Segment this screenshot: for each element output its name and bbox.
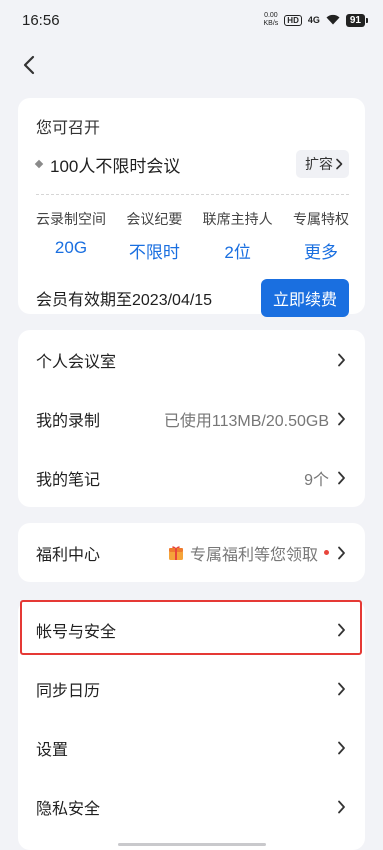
plan-name: 100人不限时会议 xyxy=(34,152,181,177)
plan-label: 您可召开 xyxy=(36,120,101,137)
more-privileges-link[interactable]: 更多 xyxy=(304,238,338,263)
net-speed-unit: KB/s xyxy=(263,20,279,27)
welfare-promo-text: 专属福利等您领取 xyxy=(189,546,318,564)
feature-co-host: 联席主持人 2位 xyxy=(203,209,273,263)
feature-label: 联席主持人 xyxy=(202,211,273,227)
wifi-icon xyxy=(326,14,340,27)
chevron-right-icon xyxy=(336,158,343,170)
chevron-right-icon xyxy=(335,800,347,814)
hd-icon: HD xyxy=(284,14,302,26)
status-icons: 0.00 KB/s HD 4G 91 xyxy=(264,12,369,28)
chevron-left-icon xyxy=(23,55,35,75)
chevron-right-icon xyxy=(335,546,347,560)
storage-usage: 已使用113MB/20.50GB xyxy=(163,412,329,430)
list-item-settings[interactable]: 设置 xyxy=(18,718,365,777)
membership-expiry: 会员有效期至2023/04/15 xyxy=(36,292,213,309)
notes-count: 9个 xyxy=(304,471,329,489)
back-button[interactable] xyxy=(18,54,40,76)
nav-bar xyxy=(0,40,383,90)
highlight-box xyxy=(20,600,362,655)
divider xyxy=(36,194,349,195)
feature-value: 不限时 xyxy=(128,243,180,262)
item-label: 设置 xyxy=(36,741,69,759)
expand-capacity-button[interactable]: 扩容 xyxy=(296,150,349,178)
item-label: 隐私安全 xyxy=(36,800,101,818)
net-speed-value: 0.00 xyxy=(264,12,278,19)
battery-icon: 91 xyxy=(345,13,369,27)
welfare-section: 福利中心 专属福利等您领取 xyxy=(18,523,365,582)
feature-label: 专属特权 xyxy=(292,211,349,227)
signal-icon: 4G xyxy=(307,15,320,25)
chevron-right-icon xyxy=(335,353,347,367)
feature-privileges[interactable]: 专属特权 更多 xyxy=(293,209,349,263)
list-item-my-notes[interactable]: 我的笔记 9个 xyxy=(18,448,365,507)
feature-meeting-minutes: 会议纪要 不限时 xyxy=(126,209,182,263)
net-speed-indicator: 0.00 KB/s xyxy=(264,12,279,28)
list-item-my-recordings[interactable]: 我的录制 已使用113MB/20.50GB xyxy=(18,389,365,448)
feature-label: 云录制空间 xyxy=(36,211,106,227)
gift-icon xyxy=(168,545,184,561)
item-label: 个人会议室 xyxy=(36,353,117,371)
personal-section: 个人会议室 我的录制 已使用113MB/20.50GB 我的笔记 9个 xyxy=(18,330,365,507)
item-label: 我的录制 xyxy=(36,412,101,430)
feature-value: 2位 xyxy=(224,243,251,262)
membership-card: 您可召开 100人不限时会议 扩容 云录制空间 20G 会议纪要 不限时 联席主… xyxy=(18,98,365,317)
chevron-right-icon xyxy=(335,741,347,755)
item-label: 同步日历 xyxy=(36,682,101,700)
item-label: 我的笔记 xyxy=(36,471,101,489)
feature-label: 会议纪要 xyxy=(126,211,183,227)
feature-list: 云录制空间 20G 会议纪要 不限时 联席主持人 2位 专属特权 更多 xyxy=(36,209,349,263)
list-item-personal-room[interactable]: 个人会议室 xyxy=(18,330,365,389)
plan-name-text: 100人不限时会议 xyxy=(50,156,181,176)
list-item-privacy-security[interactable]: 隐私安全 xyxy=(18,777,365,836)
feature-cloud-recording: 云录制空间 20G xyxy=(36,209,106,263)
diamond-icon xyxy=(34,159,44,169)
list-item-welfare-center[interactable]: 福利中心 专属福利等您领取 xyxy=(18,523,365,582)
notification-dot xyxy=(324,550,329,555)
chevron-right-icon xyxy=(335,471,347,485)
status-time: 16:56 xyxy=(22,11,60,29)
item-label: 福利中心 xyxy=(36,546,101,564)
chevron-right-icon xyxy=(335,412,347,426)
chevron-right-icon xyxy=(335,682,347,696)
renew-button[interactable]: 立即续费 xyxy=(260,279,349,317)
expand-capacity-label: 扩容 xyxy=(305,156,333,172)
list-item-sync-calendar[interactable]: 同步日历 xyxy=(18,659,365,718)
feature-value: 20G xyxy=(54,238,88,257)
status-bar: 16:56 0.00 KB/s HD 4G 91 xyxy=(0,0,383,40)
